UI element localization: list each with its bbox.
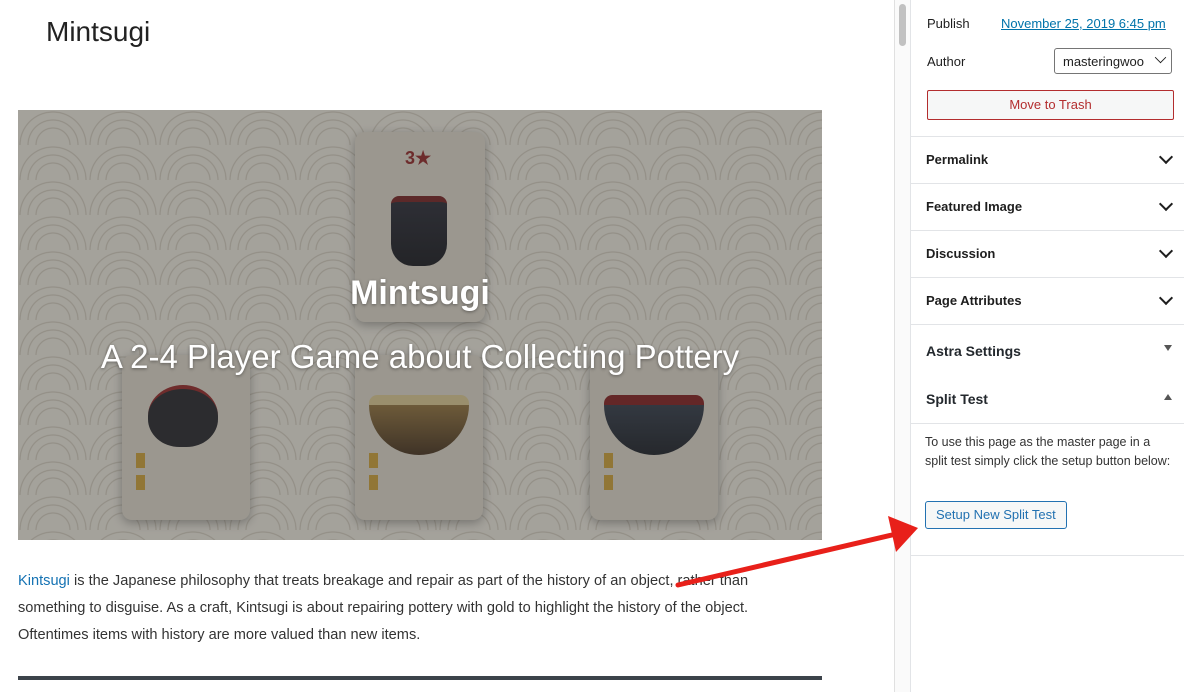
chevron-down-icon xyxy=(1158,149,1174,165)
panel-discussion-title: Discussion xyxy=(926,246,996,261)
chevron-down-icon xyxy=(1154,51,1167,64)
scrollbar-thumb[interactable] xyxy=(899,4,906,46)
chevron-down-icon xyxy=(1158,196,1174,212)
chevron-down-icon xyxy=(1158,243,1174,259)
panel-permalink-title: Permalink xyxy=(926,152,989,167)
setup-split-test-button[interactable]: Setup New Split Test xyxy=(925,501,1067,529)
caret-down-icon[interactable] xyxy=(1164,345,1172,351)
cover-subtitle[interactable]: A 2-4 Player Game about Collecting Potte… xyxy=(18,338,822,376)
move-to-trash-button[interactable]: Move to Trash xyxy=(927,90,1174,120)
metabox-astra-settings[interactable]: Astra Settings xyxy=(911,324,1184,374)
panel-featured-image[interactable]: Featured Image xyxy=(911,183,1184,230)
split-test-description: To use this page as the master page in a… xyxy=(925,435,1171,468)
publish-label: Publish xyxy=(927,16,970,31)
author-select[interactable]: masteringwoo xyxy=(1054,48,1172,74)
caret-up-icon[interactable] xyxy=(1164,394,1172,400)
chevron-down-icon xyxy=(1158,290,1174,306)
panel-discussion[interactable]: Discussion xyxy=(911,230,1184,277)
author-label: Author xyxy=(927,54,966,69)
publish-date-link[interactable]: November 25, 2019 6:45 pm xyxy=(1001,16,1166,31)
split-test-content: To use this page as the master page in a… xyxy=(911,423,1184,556)
panel-permalink[interactable]: Permalink xyxy=(911,136,1184,183)
panel-page-attributes[interactable]: Page Attributes xyxy=(911,277,1184,324)
editor-scrollbar[interactable] xyxy=(894,0,911,692)
kintsugi-link[interactable]: Kintsugi xyxy=(18,573,70,589)
editor-canvas: Mintsugi 3★ Mintsugi A 2-4 Player Game a… xyxy=(0,0,894,692)
split-test-title: Split Test xyxy=(926,391,988,407)
author-select-value: masteringwoo xyxy=(1063,54,1144,69)
settings-sidebar: Publish November 25, 2019 6:45 pm Author… xyxy=(910,0,1184,692)
cover-title[interactable]: Mintsugi xyxy=(18,274,822,313)
metabox-split-test[interactable]: Split Test xyxy=(911,374,1184,424)
cover-overlay xyxy=(18,110,822,540)
intro-paragraph-text: is the Japanese philosophy that treats b… xyxy=(18,573,749,643)
astra-settings-title: Astra Settings xyxy=(926,343,1021,359)
cover-block[interactable]: 3★ Mintsugi A 2-4 Player Game about Coll… xyxy=(18,110,822,540)
panel-page-attributes-title: Page Attributes xyxy=(926,293,1022,308)
separator-block[interactable] xyxy=(18,676,822,680)
panel-featured-image-title: Featured Image xyxy=(926,199,1023,214)
site-title: Mintsugi xyxy=(46,16,151,47)
intro-paragraph[interactable]: Kintsugi is the Japanese philosophy that… xyxy=(18,568,818,649)
